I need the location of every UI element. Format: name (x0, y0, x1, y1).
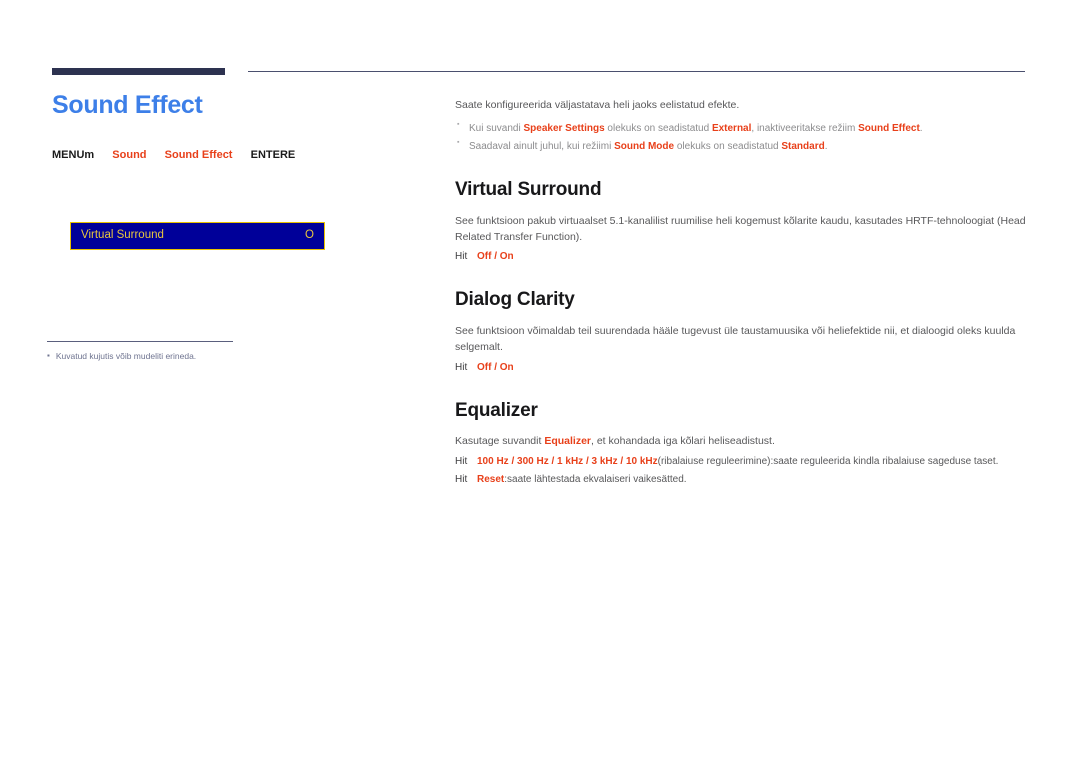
bullet-0-hl3: Sound Effect (858, 122, 920, 134)
bullet-0-hl2: External (711, 122, 752, 134)
bullet-0-mid1: olekuks on seadistatud (604, 122, 712, 134)
option-line: Hit 100 Hz / 300 Hz / 1 kHz / 3 kHz / 10 … (455, 454, 1027, 470)
option-values: Off / On (477, 251, 514, 263)
bullet-1-post: . (824, 141, 828, 153)
option-values: 100 Hz / 300 Hz / 1 kHz / 3 kHz / 10 kHz (477, 455, 658, 467)
bullet-1-hl2: Standard (781, 141, 825, 153)
section-options-equalizer: Hit 100 Hz / 300 Hz / 1 kHz / 3 kHz / 10 … (455, 454, 1027, 488)
equalizer-body-post: , et kohandada iga kõlari heliseadistust… (591, 435, 775, 448)
bullet-1-hl1: Sound Mode (614, 141, 675, 153)
section-options-virtual-surround: Hit Off / On (455, 249, 1027, 265)
breadcrumb-enter-key: E (287, 148, 296, 161)
hit-label: Hit (455, 361, 468, 373)
option-values: Reset (477, 473, 505, 485)
breadcrumb: MENUm Sound Sound Effect ENTERE (52, 148, 412, 161)
intro-bullet-list: Kui suvandi Speaker Settings olekuks on … (455, 120, 1027, 155)
osd-menu-item-value: O (305, 229, 314, 242)
intro-bullet-item: Kui suvandi Speaker Settings olekuks on … (455, 120, 1027, 137)
header-accent-bar (52, 68, 225, 75)
option-line: Hit Off / On (455, 360, 1027, 376)
right-column: Saate konfigureerida väljastatava heli j… (455, 98, 1027, 490)
bullet-1-pre: Saadaval ainult juhul, kui režiimi (469, 141, 615, 153)
footnote-text: Kuvatud kujutis võib mudeliti erineda. (55, 351, 197, 361)
footnote-separator (47, 341, 233, 342)
intro-paragraph: Saate konfigureerida väljastatava heli j… (455, 99, 740, 111)
breadcrumb-menu-label: MENU (52, 148, 85, 161)
section-body-equalizer: Kasutage suvandit Equalizer, et kohandad… (455, 433, 1027, 449)
left-column: Sound Effect MENUm Sound Sound Effect EN… (52, 91, 412, 161)
section-heading-dialog-clarity: Dialog Clarity (455, 289, 575, 311)
breadcrumb-step-sound: Sound (112, 148, 147, 161)
option-line: Hit Off / On (455, 249, 1027, 265)
section-heading-virtual-surround: Virtual Surround (455, 178, 602, 200)
osd-menu-item-label: Virtual Surround (81, 229, 164, 242)
section-body-virtual-surround: See funktsioon pakub virtuaalset 5.1-kan… (455, 214, 1026, 243)
option-line: Hit Reset:saate lähtestada ekvalaiseri va… (455, 472, 1027, 488)
equalizer-body-highlight: Equalizer (544, 435, 591, 448)
option-values: Off / On (477, 361, 514, 373)
section-body-dialog-clarity: See funktsioon võimaldab teil suurendada… (455, 324, 1016, 354)
breadcrumb-menu-key: m (84, 148, 95, 161)
equalizer-body-pre: Kasutage suvandit (455, 435, 545, 448)
intro-bullet-item: Saadaval ainult juhul, kui režiimi Sound… (455, 138, 1027, 155)
breadcrumb-step-sound-effect: Sound Effect (164, 148, 233, 161)
hit-label: Hit (455, 251, 468, 263)
bullet-1-mid1: olekuks on seadistatud (674, 141, 782, 153)
option-description: (ribalaiuse reguleerimine):saate regulee… (657, 455, 999, 467)
breadcrumb-enter-label: ENTER (250, 148, 288, 161)
osd-menu-row-virtual-surround[interactable]: Virtual Surround O (70, 222, 325, 250)
footnote-bullet-icon: ▪ (47, 351, 50, 360)
page-title: Sound Effect (52, 91, 203, 119)
footnote: ▪ Kuvatud kujutis võib mudeliti erineda. (47, 350, 377, 363)
bullet-0-pre: Kui suvandi (469, 122, 524, 134)
section-options-dialog-clarity: Hit Off / On (455, 360, 1027, 376)
header-divider-line (248, 71, 1025, 72)
hit-label: Hit (455, 455, 468, 467)
bullet-0-mid2: , inaktiveeritakse režiim (751, 122, 859, 134)
page-root: Sound Effect MENUm Sound Sound Effect EN… (0, 0, 1080, 763)
hit-label: Hit (455, 473, 468, 485)
section-heading-equalizer: Equalizer (455, 399, 538, 421)
bullet-0-post: . (919, 122, 923, 134)
bullet-0-hl1: Speaker Settings (523, 122, 605, 134)
option-description: :saate lähtestada ekvalaiseri vaikesätte… (504, 473, 687, 485)
